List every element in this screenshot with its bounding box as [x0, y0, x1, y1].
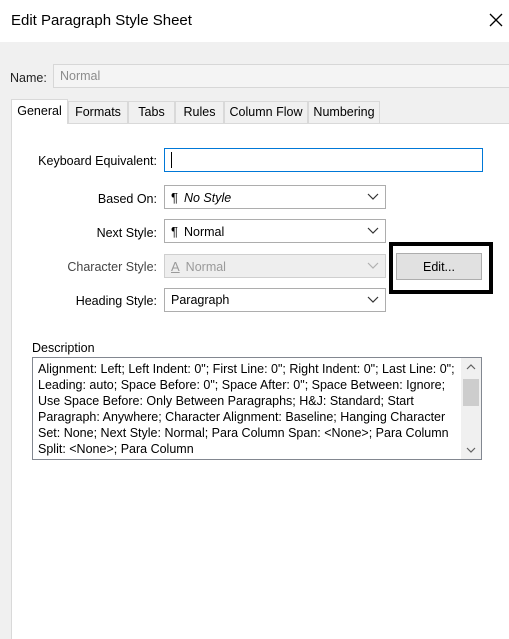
- next-style-text: ¶ Normal: [171, 224, 224, 239]
- chevron-down-icon: [367, 262, 379, 269]
- tab-general[interactable]: General: [11, 99, 68, 124]
- paragraph-icon: ¶: [171, 190, 178, 205]
- scroll-down-icon[interactable]: [466, 446, 476, 454]
- description-scrollbar[interactable]: [461, 358, 481, 459]
- based-on-text: ¶ No Style: [171, 190, 231, 205]
- description-text: Alignment: Left; Left Indent: 0"; First …: [38, 362, 455, 456]
- keyboard-equivalent-label: Keyboard Equivalent:: [38, 154, 157, 168]
- name-label: Name:: [10, 71, 47, 85]
- window-title: Edit Paragraph Style Sheet: [11, 12, 192, 29]
- tab-formats[interactable]: Formats: [68, 101, 128, 123]
- character-style-text: A Normal: [171, 259, 226, 274]
- description-label: Description: [32, 341, 95, 355]
- heading-style-dropdown[interactable]: Paragraph: [164, 288, 386, 312]
- based-on-dropdown[interactable]: ¶ No Style: [164, 185, 386, 209]
- chevron-down-icon: [367, 227, 379, 234]
- close-icon[interactable]: [486, 10, 506, 30]
- scroll-up-icon[interactable]: [466, 363, 476, 371]
- based-on-label: Based On:: [97, 192, 157, 206]
- text-caret: [171, 152, 172, 168]
- based-on-value: No Style: [183, 191, 232, 205]
- scrollbar-thumb[interactable]: [463, 379, 479, 406]
- tab-column-flow[interactable]: Column Flow: [224, 101, 308, 123]
- title-bar: Edit Paragraph Style Sheet: [0, 0, 509, 42]
- character-style-label: Character Style:: [67, 260, 157, 274]
- tab-rules[interactable]: Rules: [175, 101, 224, 123]
- chevron-down-icon: [367, 296, 379, 303]
- paragraph-icon: ¶: [171, 224, 178, 239]
- character-style-icon: A: [171, 259, 180, 274]
- heading-style-value: Paragraph: [171, 293, 230, 307]
- name-field: Normal: [53, 64, 509, 88]
- edit-button[interactable]: Edit...: [396, 253, 482, 280]
- tab-tabs[interactable]: Tabs: [128, 101, 175, 123]
- character-style-dropdown: A Normal: [164, 254, 386, 278]
- description-box[interactable]: Alignment: Left; Left Indent: 0"; First …: [32, 357, 482, 460]
- next-style-dropdown[interactable]: ¶ Normal: [164, 219, 386, 243]
- chevron-down-icon: [367, 193, 379, 200]
- next-style-label: Next Style:: [96, 226, 157, 240]
- next-style-value: Normal: [183, 225, 225, 239]
- name-value: Normal: [60, 69, 101, 83]
- keyboard-equivalent-input[interactable]: [164, 148, 483, 172]
- character-style-value: Normal: [185, 260, 226, 274]
- heading-style-label: Heading Style:: [75, 294, 157, 308]
- tab-numbering[interactable]: Numbering: [308, 101, 380, 123]
